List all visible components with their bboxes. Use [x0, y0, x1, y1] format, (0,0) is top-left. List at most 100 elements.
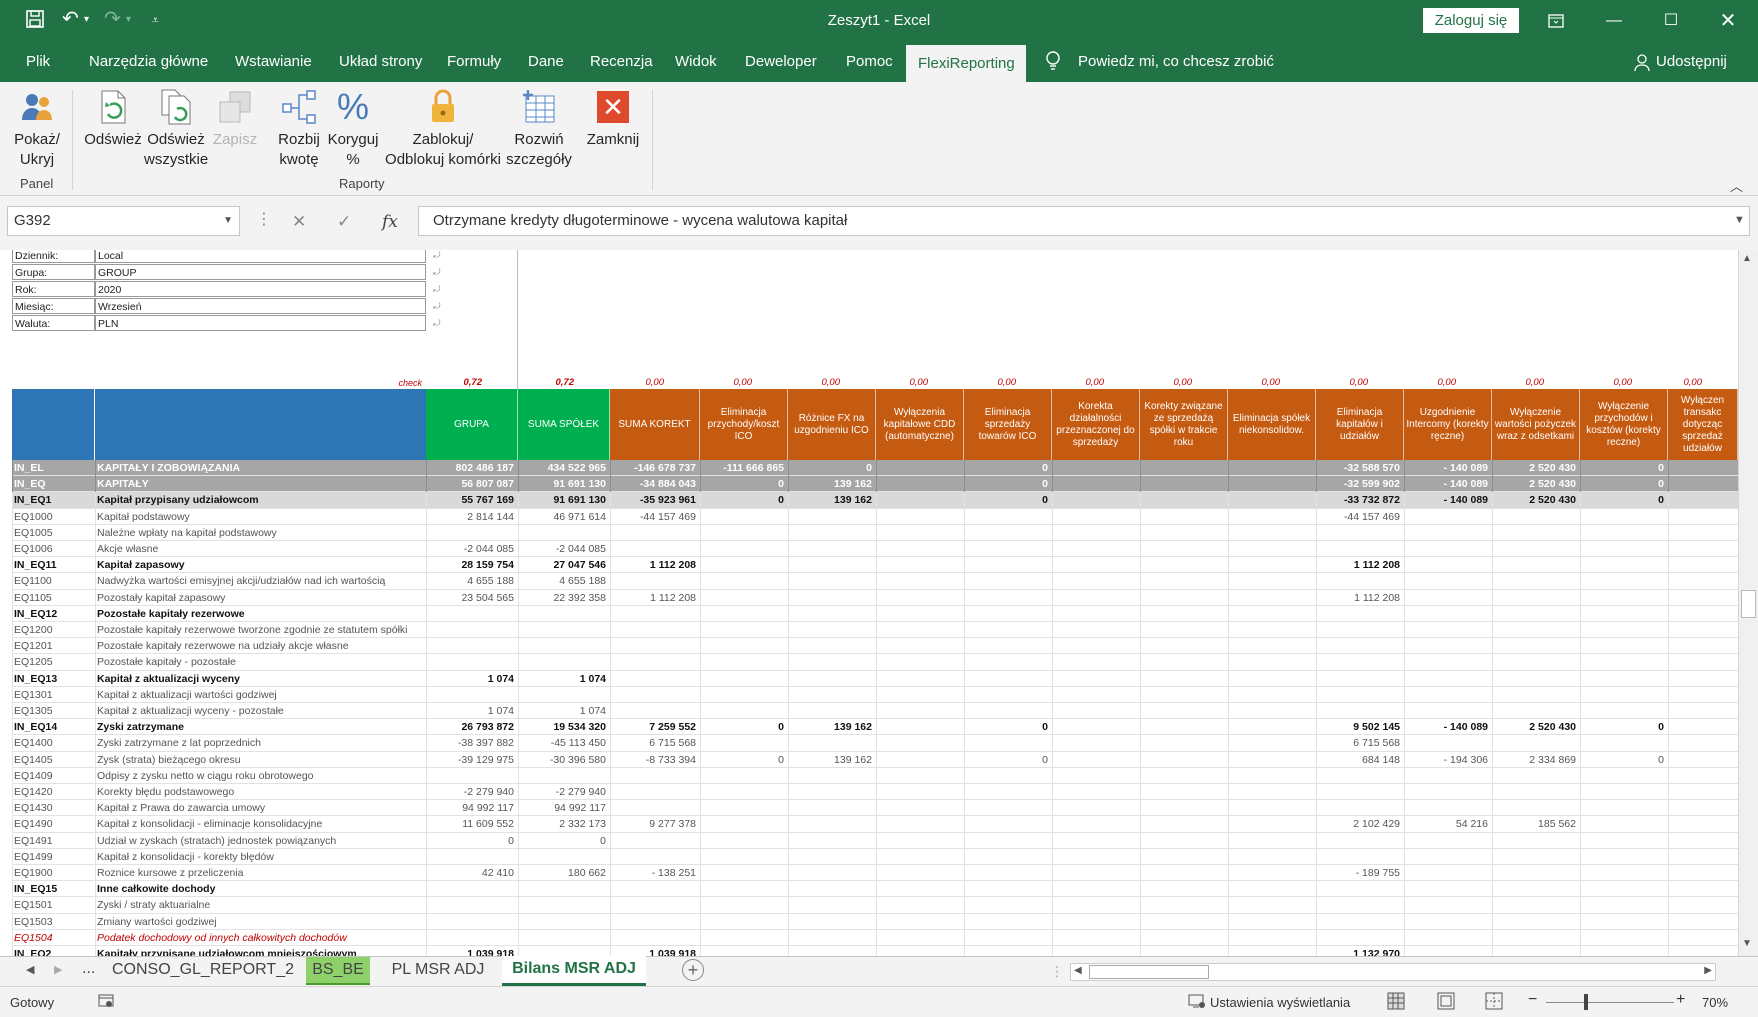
row-code[interactable]: EQ1201 — [14, 638, 94, 654]
row-value[interactable] — [700, 930, 788, 946]
row-value[interactable] — [1492, 671, 1580, 687]
row-name[interactable]: Należne wpłaty na kapitał podstawowy — [97, 525, 424, 541]
column-header[interactable]: Uzgodnienie Intercomy (korekty ręczne) — [1404, 389, 1492, 460]
row-value[interactable] — [1052, 460, 1140, 476]
scroll-left-icon[interactable]: ◀ — [1074, 965, 1082, 976]
row-code[interactable]: EQ1420 — [14, 784, 94, 800]
row-value[interactable] — [1492, 865, 1580, 881]
row-value[interactable]: -38 397 882 — [426, 735, 518, 751]
row-value[interactable] — [1052, 492, 1140, 508]
row-value[interactable] — [1668, 606, 1738, 622]
row-name[interactable]: Pozostały kapitał zapasowy — [97, 590, 424, 606]
row-value[interactable] — [1228, 573, 1316, 589]
row-value[interactable] — [964, 800, 1052, 816]
row-value[interactable] — [1316, 897, 1404, 913]
row-value[interactable] — [1228, 638, 1316, 654]
row-name[interactable]: Kapitał zapasowy — [97, 557, 424, 573]
row-value[interactable] — [964, 638, 1052, 654]
row-code[interactable]: EQ1409 — [14, 768, 94, 784]
row-value[interactable] — [1316, 573, 1404, 589]
row-value[interactable] — [1580, 703, 1668, 719]
row-value[interactable] — [1140, 719, 1228, 735]
row-value[interactable] — [1228, 671, 1316, 687]
row-value[interactable] — [1316, 881, 1404, 897]
row-value[interactable] — [426, 768, 518, 784]
row-value[interactable] — [1668, 671, 1738, 687]
row-value[interactable] — [1492, 606, 1580, 622]
row-value[interactable] — [1580, 865, 1668, 881]
row-code[interactable]: EQ1900 — [14, 865, 94, 881]
row-value[interactable] — [876, 541, 964, 557]
row-value[interactable] — [1580, 525, 1668, 541]
row-value[interactable] — [788, 816, 876, 832]
row-value[interactable] — [1404, 849, 1492, 865]
row-value[interactable]: 22 392 358 — [518, 590, 610, 606]
row-value[interactable]: 94 992 117 — [518, 800, 610, 816]
row-value[interactable] — [876, 800, 964, 816]
row-value[interactable] — [610, 622, 700, 638]
row-code[interactable]: EQ1105 — [14, 590, 94, 606]
row-value[interactable] — [1668, 703, 1738, 719]
row-value[interactable] — [1140, 476, 1228, 492]
row-value[interactable] — [876, 816, 964, 832]
row-value[interactable] — [1140, 687, 1228, 703]
row-code[interactable]: EQ1405 — [14, 752, 94, 768]
row-value[interactable] — [1492, 735, 1580, 751]
row-value[interactable] — [610, 784, 700, 800]
row-value[interactable]: 42 410 — [426, 865, 518, 881]
row-value[interactable] — [788, 930, 876, 946]
worksheet-grid[interactable]: BILANS MSR Z KOREKTAMIDziennik:Local⤾Gru… — [0, 250, 1738, 956]
row-value[interactable] — [1228, 735, 1316, 751]
row-value[interactable] — [1580, 735, 1668, 751]
row-value[interactable] — [964, 703, 1052, 719]
row-value[interactable] — [876, 833, 964, 849]
row-value[interactable]: 0 — [700, 719, 788, 735]
add-sheet-icon[interactable]: + — [682, 959, 704, 981]
row-value[interactable] — [876, 897, 964, 913]
row-value[interactable] — [876, 590, 964, 606]
row-value[interactable]: 2 520 430 — [1492, 460, 1580, 476]
row-value[interactable] — [610, 914, 700, 930]
param-link-icon[interactable]: ⤾ — [433, 298, 447, 314]
row-value[interactable] — [876, 865, 964, 881]
row-value[interactable] — [700, 784, 788, 800]
row-name[interactable]: Pozostałe kapitały rezerwowe na udziały … — [97, 638, 424, 654]
row-value[interactable] — [1140, 460, 1228, 476]
row-value[interactable] — [1052, 930, 1140, 946]
column-header[interactable]: Różnice FX na uzgodnieniu ICO — [788, 389, 876, 460]
row-value[interactable] — [1052, 654, 1140, 670]
tab-conso-gl-report-2[interactable]: CONSO_GL_REPORT_2 — [108, 957, 298, 985]
column-header[interactable]: Wyłączenia kapitałowe CDD (automatyczne) — [876, 389, 964, 460]
row-name[interactable]: Udział w zyskach (stratach) jednostek po… — [97, 833, 424, 849]
row-value[interactable] — [964, 881, 1052, 897]
row-value[interactable] — [518, 930, 610, 946]
row-name[interactable]: Zyski zatrzymane z lat poprzednich — [97, 735, 424, 751]
row-value[interactable]: -35 923 961 — [610, 492, 700, 508]
row-value[interactable] — [964, 865, 1052, 881]
row-value[interactable] — [1580, 509, 1668, 525]
row-value[interactable] — [518, 622, 610, 638]
row-value[interactable] — [1404, 638, 1492, 654]
row-value[interactable]: 434 522 965 — [518, 460, 610, 476]
row-value[interactable] — [518, 687, 610, 703]
row-value[interactable] — [1052, 914, 1140, 930]
row-value[interactable] — [1580, 897, 1668, 913]
param-link-icon[interactable]: ⤾ — [433, 250, 447, 263]
row-value[interactable] — [1228, 476, 1316, 492]
row-value[interactable] — [1140, 881, 1228, 897]
row-code[interactable]: IN_EQ — [14, 476, 94, 492]
row-value[interactable] — [1228, 492, 1316, 508]
row-value[interactable] — [1316, 833, 1404, 849]
row-value[interactable] — [1492, 897, 1580, 913]
row-value[interactable] — [964, 509, 1052, 525]
row-value[interactable] — [1228, 460, 1316, 476]
row-value[interactable] — [700, 525, 788, 541]
row-value[interactable]: 684 148 — [1316, 752, 1404, 768]
row-value[interactable]: 0 — [1580, 719, 1668, 735]
row-value[interactable] — [1316, 638, 1404, 654]
column-header[interactable]: Wyłączenie przychodów i kosztów (korekty… — [1580, 389, 1668, 460]
row-value[interactable] — [876, 719, 964, 735]
row-value[interactable] — [1404, 573, 1492, 589]
tab-split-handle[interactable]: ⋮ — [1050, 963, 1064, 980]
row-value[interactable] — [788, 509, 876, 525]
